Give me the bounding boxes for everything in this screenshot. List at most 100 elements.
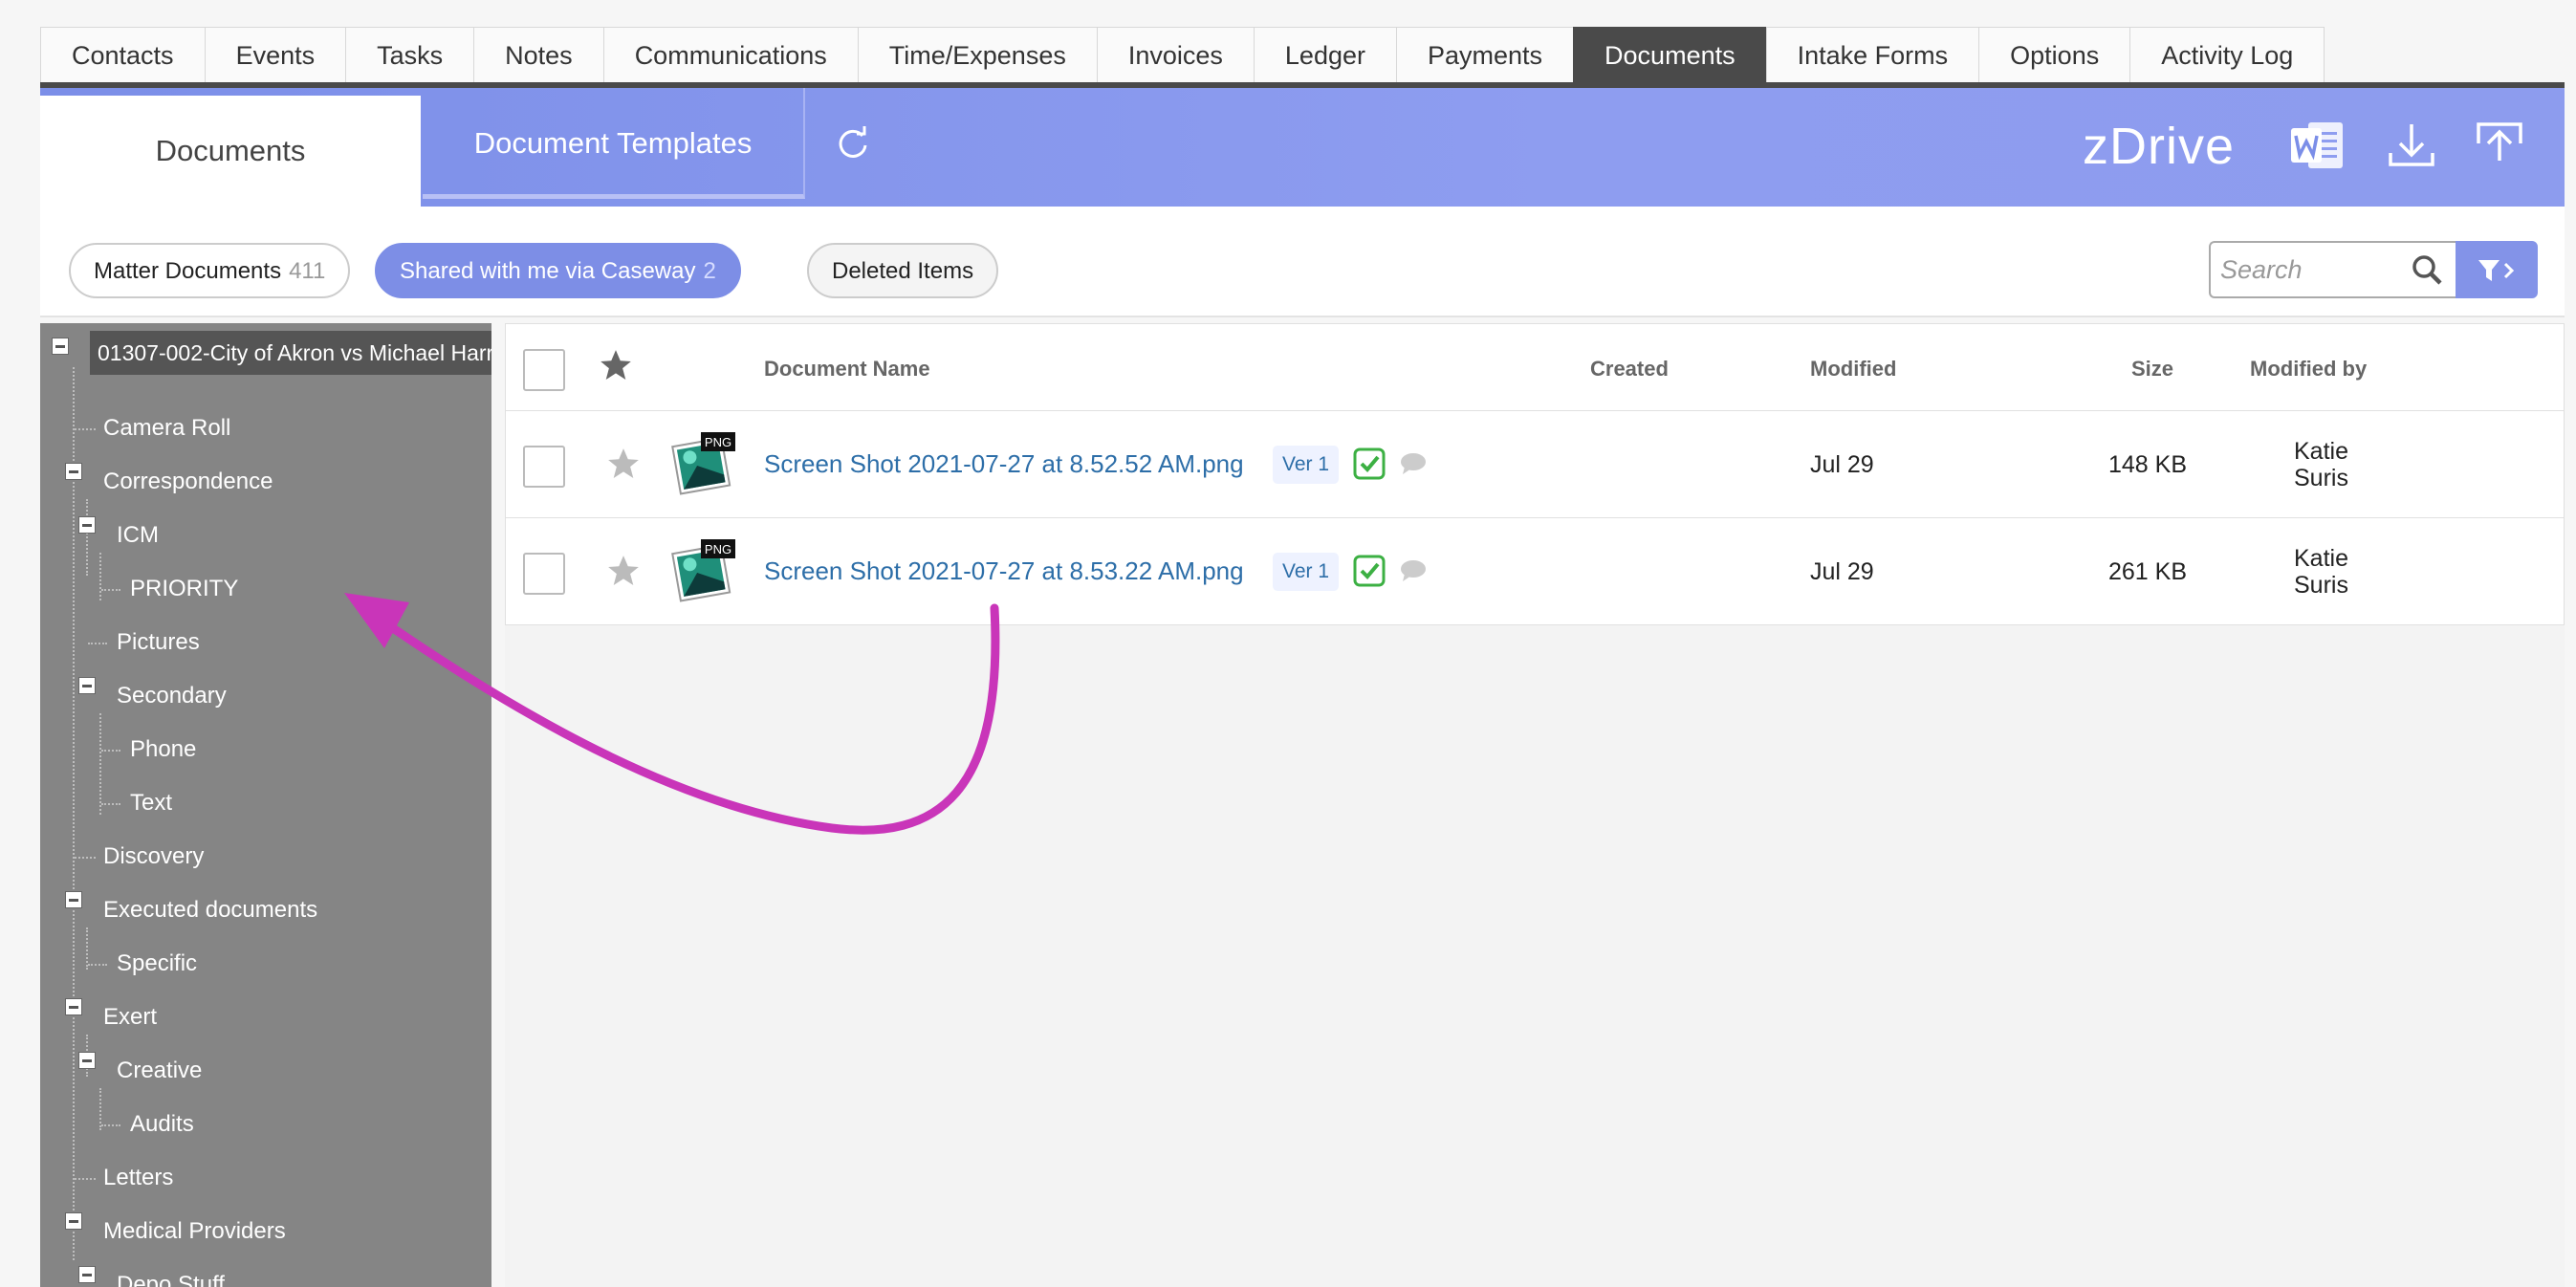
folder-priority[interactable]: PRIORITY bbox=[130, 570, 238, 608]
folder-camera-roll[interactable]: Camera Roll bbox=[103, 409, 230, 447]
shared-caseway-count: 2 bbox=[703, 258, 716, 284]
folder-medical-providers[interactable]: Medical Providers bbox=[103, 1212, 286, 1251]
refresh-icon[interactable] bbox=[834, 124, 872, 163]
tab-options[interactable]: Options bbox=[1978, 27, 2131, 82]
tree-root-matter[interactable]: 01307-002-City of Akron vs Michael Harri… bbox=[90, 331, 491, 375]
star-icon[interactable] bbox=[605, 446, 642, 482]
modified-by-first: Katie bbox=[2294, 438, 2348, 465]
matter-documents-label: Matter Documents bbox=[94, 258, 282, 284]
folder-phone[interactable]: Phone bbox=[130, 731, 196, 769]
filter-toggle-button[interactable] bbox=[2456, 241, 2538, 298]
modified-by-first: Katie bbox=[2294, 545, 2348, 572]
subtab-document-templates[interactable]: Document Templates bbox=[423, 88, 805, 199]
column-size[interactable]: Size bbox=[2131, 357, 2173, 382]
tab-events[interactable]: Events bbox=[204, 27, 347, 82]
folder-depo-stuff[interactable]: Depo Stuff bbox=[117, 1266, 225, 1287]
tab-tasks[interactable]: Tasks bbox=[345, 27, 475, 82]
folder-audits[interactable]: Audits bbox=[130, 1105, 194, 1144]
version-badge[interactable]: Ver 1 bbox=[1273, 446, 1340, 484]
file-size: 261 KB bbox=[2107, 558, 2187, 585]
modified-date: Jul 29 bbox=[1810, 558, 1874, 585]
tree-connector bbox=[101, 589, 120, 591]
document-name-link[interactable]: Screen Shot 2021-07-27 at 8.53.22 AM.png bbox=[764, 556, 1244, 586]
filter-icon bbox=[2478, 260, 2515, 281]
file-size: 148 KB bbox=[2107, 451, 2187, 478]
column-document-name[interactable]: Document Name bbox=[764, 357, 930, 382]
top-nav: Contacts Events Tasks Notes Communicatio… bbox=[40, 27, 2325, 82]
column-created[interactable]: Created bbox=[1590, 357, 1669, 382]
collapse-icm-icon[interactable] bbox=[78, 516, 96, 534]
collapse-creative-icon[interactable] bbox=[78, 1052, 96, 1069]
star-header-icon[interactable] bbox=[598, 347, 634, 383]
modified-by-last: Suris bbox=[2294, 572, 2348, 599]
table-row[interactable]: PNG Screen Shot 2021-07-27 at 8.53.22 AM… bbox=[505, 518, 2565, 625]
row-checkbox[interactable] bbox=[523, 553, 565, 595]
tab-intake-forms[interactable]: Intake Forms bbox=[1765, 27, 1980, 82]
tree-connector bbox=[101, 1124, 120, 1126]
folder-secondary[interactable]: Secondary bbox=[117, 677, 227, 715]
select-all-checkbox[interactable] bbox=[523, 349, 565, 391]
upload-icon[interactable] bbox=[2469, 115, 2530, 176]
approved-check-icon[interactable] bbox=[1353, 555, 1386, 587]
row-checkbox[interactable] bbox=[523, 446, 565, 488]
collapse-executed-documents-icon[interactable] bbox=[65, 891, 82, 908]
word-icon[interactable] bbox=[2287, 115, 2348, 176]
folder-executed-documents[interactable]: Executed documents bbox=[103, 891, 317, 929]
tab-invoices[interactable]: Invoices bbox=[1096, 27, 1255, 82]
collapse-depo-stuff-icon[interactable] bbox=[78, 1266, 96, 1283]
tab-activity-log[interactable]: Activity Log bbox=[2129, 27, 2325, 82]
tree-connector bbox=[101, 803, 120, 805]
tab-communications[interactable]: Communications bbox=[602, 27, 859, 82]
tree-connector bbox=[75, 428, 96, 430]
version-badge[interactable]: Ver 1 bbox=[1273, 553, 1340, 591]
shared-caseway-filter[interactable]: Shared with me via Caseway 2 bbox=[375, 243, 741, 298]
tab-contacts[interactable]: Contacts bbox=[40, 27, 206, 82]
tab-time-expenses[interactable]: Time/Expenses bbox=[857, 27, 1098, 82]
collapse-correspondence-icon[interactable] bbox=[65, 463, 82, 480]
folder-creative[interactable]: Creative bbox=[117, 1052, 202, 1090]
tree-connector bbox=[99, 713, 101, 815]
folder-pictures[interactable]: Pictures bbox=[117, 623, 200, 662]
collapse-medical-providers-icon[interactable] bbox=[65, 1212, 82, 1230]
deleted-items-filter[interactable]: Deleted Items bbox=[807, 243, 999, 298]
matter-documents-filter[interactable]: Matter Documents 411 bbox=[69, 243, 351, 298]
document-name-link[interactable]: Screen Shot 2021-07-27 at 8.52.52 AM.png bbox=[764, 449, 1244, 479]
collapse-secondary-icon[interactable] bbox=[78, 677, 96, 694]
tab-payments[interactable]: Payments bbox=[1395, 27, 1575, 82]
folder-correspondence[interactable]: Correspondence bbox=[103, 463, 273, 501]
tree-connector bbox=[101, 750, 120, 752]
folder-letters[interactable]: Letters bbox=[103, 1159, 173, 1197]
modified-date: Jul 29 bbox=[1810, 451, 1874, 478]
table-row[interactable]: PNG Screen Shot 2021-07-27 at 8.52.52 AM… bbox=[505, 411, 2565, 518]
column-modified-by[interactable]: Modified by bbox=[2250, 357, 2367, 382]
search-input[interactable] bbox=[2220, 251, 2402, 289]
tree-connector bbox=[75, 857, 96, 859]
shared-caseway-label: Shared with me via Caseway bbox=[400, 258, 696, 284]
tab-ledger[interactable]: Ledger bbox=[1253, 27, 1397, 82]
folder-text[interactable]: Text bbox=[130, 784, 172, 822]
collapse-exert-icon[interactable] bbox=[65, 998, 82, 1015]
png-file-icon: PNG bbox=[671, 539, 735, 602]
tree-connector bbox=[88, 643, 107, 644]
zdrive-logo[interactable]: zDrive bbox=[2083, 117, 2235, 176]
comment-icon[interactable] bbox=[1399, 558, 1428, 583]
folder-icm[interactable]: ICM bbox=[117, 516, 159, 555]
tab-documents[interactable]: Documents bbox=[1573, 27, 1767, 82]
download-icon[interactable] bbox=[2381, 115, 2442, 176]
tab-notes[interactable]: Notes bbox=[473, 27, 604, 82]
search-box bbox=[2209, 241, 2456, 298]
star-icon[interactable] bbox=[605, 553, 642, 589]
tree-connector bbox=[75, 1178, 96, 1180]
folder-exert[interactable]: Exert bbox=[103, 998, 157, 1036]
column-modified[interactable]: Modified bbox=[1810, 357, 1896, 382]
comment-icon[interactable] bbox=[1399, 451, 1428, 476]
folder-discovery[interactable]: Discovery bbox=[103, 838, 204, 876]
subtab-documents[interactable]: Documents bbox=[40, 96, 421, 207]
folder-specific[interactable]: Specific bbox=[117, 945, 197, 983]
approved-check-icon[interactable] bbox=[1353, 447, 1386, 480]
grid-header: Document Name Created Modified Size Modi… bbox=[505, 323, 2565, 411]
search-icon[interactable] bbox=[2410, 252, 2444, 287]
png-badge-label: PNG bbox=[705, 435, 731, 449]
tree-connector bbox=[86, 499, 88, 576]
collapse-root-icon[interactable] bbox=[52, 338, 69, 355]
